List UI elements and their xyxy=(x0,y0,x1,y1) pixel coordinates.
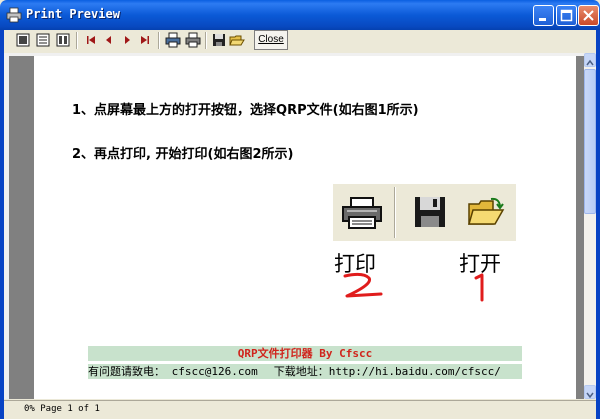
last-page-button[interactable] xyxy=(136,31,154,49)
fit-width-button[interactable] xyxy=(54,31,72,49)
last-page-icon xyxy=(141,36,149,44)
printer-icon xyxy=(6,7,22,23)
printer-setup-button[interactable] xyxy=(164,31,182,49)
print-icon xyxy=(341,196,385,234)
save-icon xyxy=(413,195,447,233)
first-page-button[interactable] xyxy=(82,31,100,49)
demo-separator xyxy=(394,187,396,238)
open-button[interactable] xyxy=(228,31,246,49)
instruction-line-2: 2、再点打印, 开始打印(如右图2所示) xyxy=(72,147,294,162)
toolbar-separator xyxy=(205,32,207,49)
open-icon xyxy=(467,196,505,232)
two-page-icon xyxy=(36,33,50,47)
footer-info: 有问题请致电： cfscc@126.com 下载地址：http://hi.baid… xyxy=(88,364,522,379)
instruction-line-1: 1、点屏幕最上方的打开按钮，选择QRP文件(如右图1所示) xyxy=(72,103,419,118)
prev-page-button[interactable] xyxy=(100,31,118,49)
save-icon xyxy=(213,34,225,46)
save-button[interactable] xyxy=(210,31,228,49)
prev-page-icon xyxy=(106,36,111,44)
fit-width-icon xyxy=(56,33,70,47)
maximize-icon xyxy=(560,9,573,22)
open-icon xyxy=(229,35,245,46)
next-page-icon xyxy=(125,36,130,44)
print-button[interactable] xyxy=(184,31,202,49)
demo-toolbar-image xyxy=(333,184,516,241)
toolbar: Close xyxy=(4,30,596,52)
scroll-thumb[interactable] xyxy=(584,69,596,214)
minimize-button[interactable] xyxy=(533,5,554,26)
handwritten-number-1 xyxy=(472,272,492,304)
status-text: 0% Page 1 of 1 xyxy=(24,404,100,414)
print-icon xyxy=(185,32,201,48)
vertical-scrollbar[interactable] xyxy=(584,53,596,399)
page-view-button[interactable] xyxy=(14,31,32,49)
maximize-button[interactable] xyxy=(556,5,577,26)
two-page-button[interactable] xyxy=(34,31,52,49)
preview-area[interactable]: 1、点屏幕最上方的打开按钮，选择QRP文件(如右图1所示) 2、再点打印, 开始… xyxy=(4,53,596,399)
title-bar[interactable]: Print Preview xyxy=(0,0,600,30)
status-bar: 0% Page 1 of 1 xyxy=(4,400,596,419)
close-icon xyxy=(583,10,594,21)
close-window-button[interactable] xyxy=(578,5,599,26)
footer-contact: 有问题请致电： cfscc@126.com xyxy=(88,365,258,378)
preview-page: 1、点屏幕最上方的打开按钮，选择QRP文件(如右图1所示) 2、再点打印, 开始… xyxy=(34,56,576,399)
footer-title: QRP文件打印器 By Cfscc xyxy=(88,346,522,361)
printer-setup-icon xyxy=(165,32,181,48)
page-view-icon xyxy=(16,33,30,47)
close-button[interactable]: Close xyxy=(254,30,288,50)
scroll-down-button[interactable] xyxy=(584,385,596,399)
handwritten-number-2 xyxy=(339,270,389,302)
toolbar-separator xyxy=(76,32,78,49)
scroll-up-icon xyxy=(586,59,594,66)
footer-download: 下载地址：http://hi.baidu.com/cfscc/ xyxy=(273,365,501,378)
scroll-up-button[interactable] xyxy=(584,53,596,67)
first-page-icon xyxy=(87,36,95,44)
vertical-ruler xyxy=(4,53,9,399)
window-title: Print Preview xyxy=(26,7,120,21)
minimize-icon xyxy=(539,18,546,21)
toolbar-separator xyxy=(158,32,160,49)
next-page-button[interactable] xyxy=(118,31,136,49)
window-frame-right xyxy=(596,30,600,419)
